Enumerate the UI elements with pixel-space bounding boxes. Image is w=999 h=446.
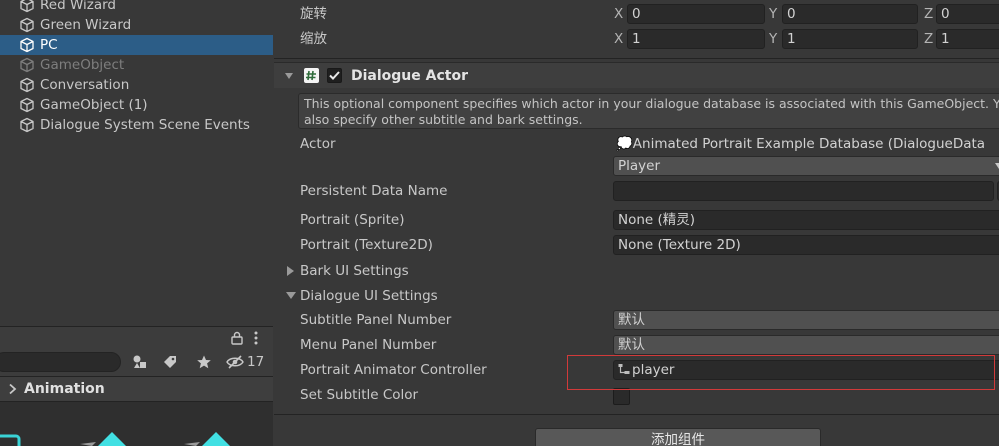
dialogue-ui-settings-foldout[interactable]: Dialogue UI Settings bbox=[300, 286, 438, 306]
hierarchy-item-label: PC bbox=[40, 37, 58, 53]
component-help-box: This optional component specifies which … bbox=[298, 93, 999, 129]
scale-label: 缩放 bbox=[300, 31, 327, 47]
gameobject-cube-icon bbox=[20, 77, 34, 93]
hierarchy-item-scene-events[interactable]: Dialogue System Scene Events bbox=[0, 115, 273, 135]
hierarchy-panel: Red Wizard Green Wizard PC GameObject Co… bbox=[0, 0, 273, 326]
checkmark-icon bbox=[329, 71, 340, 80]
animation-window-tab[interactable]: Animation bbox=[0, 376, 273, 402]
bark-ui-settings-foldout[interactable]: Bark UI Settings bbox=[300, 261, 409, 281]
portrait-texture-label: Portrait (Texture2D) bbox=[300, 237, 433, 253]
help-text-line: This optional component specifies which … bbox=[304, 96, 999, 111]
keyframe-shape bbox=[202, 432, 230, 446]
portrait-sprite-field[interactable]: None (精灵) bbox=[613, 210, 999, 230]
eye-slash-icon bbox=[226, 355, 244, 369]
actor-dropdown[interactable]: Player bbox=[613, 156, 999, 176]
hierarchy-item-red-wizard[interactable]: Red Wizard bbox=[0, 0, 273, 15]
hierarchy-item-pc[interactable]: PC bbox=[0, 35, 273, 55]
rotation-label: 旋转 bbox=[300, 6, 327, 22]
keyframe-shape bbox=[184, 442, 200, 446]
foldout-collapsed-icon[interactable] bbox=[286, 266, 295, 276]
project-search-row: 17 bbox=[0, 348, 273, 376]
hierarchy-item-label: Red Wizard bbox=[40, 0, 116, 13]
script-icon bbox=[304, 68, 319, 83]
actor-label: Actor bbox=[300, 136, 336, 152]
component-title: Dialogue Actor bbox=[351, 68, 468, 84]
rotation-z-axis-label: Z bbox=[924, 6, 934, 22]
lock-icon[interactable] bbox=[230, 331, 244, 345]
rotation-y-field[interactable]: 0 bbox=[782, 4, 918, 24]
hidden-package-count: 17 bbox=[247, 354, 265, 370]
hierarchy-item-green-wizard[interactable]: Green Wizard bbox=[0, 15, 273, 35]
dialogue-actor-component-header[interactable]: Dialogue Actor bbox=[274, 62, 999, 88]
hierarchy-item-label: Conversation bbox=[40, 77, 130, 93]
rotation-z-field[interactable]: 0 bbox=[936, 4, 999, 24]
hierarchy-item-label: GameObject bbox=[40, 57, 125, 73]
foldout-expanded-icon[interactable] bbox=[284, 71, 294, 81]
animation-preview-area bbox=[0, 402, 273, 446]
add-component-button[interactable]: 添加组件 bbox=[535, 428, 821, 446]
hierarchy-item-gameobject-1[interactable]: GameObject (1) bbox=[0, 95, 273, 115]
gameobject-cube-icon bbox=[20, 37, 34, 53]
portrait-animator-controller-label: Portrait Animator Controller bbox=[300, 362, 487, 378]
set-subtitle-color-checkbox[interactable] bbox=[613, 388, 630, 405]
shapes-icon bbox=[133, 355, 146, 368]
persistent-data-name-input[interactable] bbox=[613, 181, 994, 201]
rotation-x-axis-label: X bbox=[614, 6, 624, 22]
scale-x-axis-label: X bbox=[614, 31, 624, 47]
hidden-packages-button[interactable] bbox=[222, 351, 248, 373]
project-toolbar bbox=[0, 326, 273, 348]
foldout-expanded-icon[interactable] bbox=[286, 291, 296, 300]
portrait-texture-field[interactable]: None (Texture 2D) bbox=[613, 235, 999, 255]
section-divider bbox=[274, 58, 999, 59]
menu-panel-number-label: Menu Panel Number bbox=[300, 337, 437, 353]
gameobject-cube-icon bbox=[20, 0, 34, 13]
filter-by-label-button[interactable] bbox=[156, 351, 184, 373]
keyframe-shape bbox=[80, 442, 96, 446]
keyframe-shape bbox=[98, 432, 126, 446]
filter-by-type-button[interactable] bbox=[126, 351, 154, 373]
keyframe-shape bbox=[0, 434, 21, 446]
section-divider bbox=[274, 414, 999, 415]
animation-keyframe-shapes bbox=[0, 432, 230, 446]
star-icon bbox=[197, 355, 211, 369]
menu-panel-number-dropdown[interactable]: 默认 bbox=[613, 335, 999, 355]
tag-icon bbox=[164, 356, 176, 368]
left-column: Red Wizard Green Wizard PC GameObject Co… bbox=[0, 0, 273, 446]
subtitle-panel-number-label: Subtitle Panel Number bbox=[300, 312, 452, 328]
inspector-panel: 旋转 X 0 Y 0 Z 0 缩放 X 1 Y 1 Z 1 Dialogue A… bbox=[274, 0, 999, 446]
gameobject-cube-icon bbox=[20, 97, 34, 113]
chevron-right-icon bbox=[9, 383, 17, 395]
dropdown-arrow-icon bbox=[995, 163, 999, 169]
favorites-button[interactable] bbox=[190, 351, 218, 373]
rotation-x-field[interactable]: 0 bbox=[627, 4, 765, 24]
scale-y-field[interactable]: 1 bbox=[782, 29, 918, 49]
gameobject-cube-icon bbox=[20, 17, 34, 33]
set-subtitle-color-label: Set Subtitle Color bbox=[300, 387, 419, 403]
gameobject-cube-icon bbox=[20, 117, 34, 133]
hierarchy-item-label: GameObject (1) bbox=[40, 97, 148, 113]
scale-z-field[interactable]: 1 bbox=[936, 29, 999, 49]
more-options-icon[interactable] bbox=[252, 330, 260, 346]
persistent-data-name-label: Persistent Data Name bbox=[300, 183, 448, 199]
hierarchy-item-label: Green Wizard bbox=[40, 17, 132, 33]
hierarchy-item-conversation[interactable]: Conversation bbox=[0, 75, 273, 95]
rotation-y-axis-label: Y bbox=[769, 6, 778, 22]
highlight-annotation-box bbox=[567, 355, 995, 390]
scale-z-axis-label: Z bbox=[924, 31, 934, 47]
component-enabled-checkbox[interactable] bbox=[327, 68, 342, 83]
help-text-line: also specify other subtitle and bark set… bbox=[304, 112, 583, 127]
portrait-sprite-label: Portrait (Sprite) bbox=[300, 212, 405, 228]
hierarchy-item-label: Dialogue System Scene Events bbox=[40, 117, 250, 133]
actor-database-field[interactable]: 💭Animated Portrait Example Database (Dia… bbox=[613, 134, 999, 154]
gameobject-cube-icon bbox=[20, 57, 34, 73]
scale-y-axis-label: Y bbox=[769, 31, 778, 47]
actor-dropdown-value: Player bbox=[618, 158, 661, 174]
subtitle-panel-number-dropdown[interactable]: 默认 bbox=[613, 310, 999, 330]
animation-tab-label: Animation bbox=[24, 381, 105, 397]
project-search-input[interactable] bbox=[0, 352, 121, 372]
hierarchy-item-gameobject-inactive[interactable]: GameObject bbox=[0, 55, 273, 75]
scale-x-field[interactable]: 1 bbox=[627, 29, 765, 49]
